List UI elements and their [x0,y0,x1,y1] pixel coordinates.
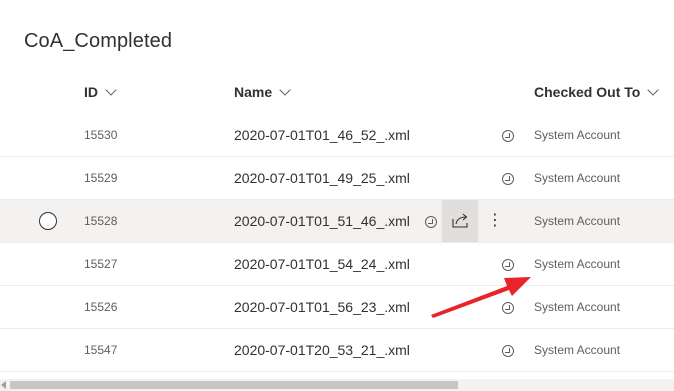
checked-out-icon [502,302,514,314]
row-name-link[interactable]: 2020-07-01T01_46_52_.xml [234,114,410,156]
share-icon [452,213,468,228]
row-name-link[interactable]: 2020-07-01T20_53_21_.xml [234,329,410,371]
row-id: 15527 [84,257,118,271]
more-options-icon: ⋮ [487,212,503,229]
table-row[interactable]: 15526 2020-07-01T01_56_23_.xml System Ac… [0,286,674,329]
row-select-radio[interactable] [39,212,57,230]
scroll-left-arrow-icon[interactable] [1,381,6,389]
column-header-id-label: ID [84,84,98,100]
row-checked-out-to: System Account [534,300,621,314]
chevron-down-icon [105,83,117,96]
row-name-link[interactable]: 2020-07-01T01_51_46_.xml [234,200,410,242]
checked-out-icon [502,130,514,142]
row-name-link[interactable]: 2020-07-01T01_49_25_.xml [234,157,410,199]
row-checked-out-to: System Account [534,257,621,271]
table-row[interactable]: 15528 2020-07-01T01_51_46_.xml ⋮ System … [0,200,674,243]
scrollbar-thumb[interactable] [10,381,458,389]
row-name-link[interactable]: 2020-07-01T01_54_24_.xml [234,243,410,285]
row-name-link[interactable]: 2020-07-01T01_56_23_.xml [234,286,410,328]
more-options-button[interactable]: ⋮ [482,200,508,242]
checked-out-icon [502,259,514,271]
column-header-id[interactable]: ID [84,83,117,100]
column-header-row: ID Name Checked Out To [0,72,674,115]
column-header-checked-out-to[interactable]: Checked Out To [534,83,659,100]
share-button[interactable] [442,200,478,242]
chevron-down-icon [279,83,291,96]
row-checked-out-to: System Account [534,343,621,357]
list-title: CoA_Completed [24,30,173,52]
list-view: CoA_Completed ID Name Checked Out To 155… [0,0,674,391]
checked-out-icon [502,345,514,357]
row-id: 15547 [84,343,118,357]
row-id: 15530 [84,128,118,142]
column-header-checked-out-to-label: Checked Out To [534,84,641,100]
column-header-name-label: Name [234,84,273,100]
row-id: 15528 [84,214,118,228]
row-id: 15529 [84,171,118,185]
checked-out-icon [425,216,437,228]
row-checked-out-to: System Account [534,214,621,228]
table-row[interactable]: 15547 2020-07-01T20_53_21_.xml System Ac… [0,329,674,372]
table-row[interactable]: 15527 2020-07-01T01_54_24_.xml System Ac… [0,243,674,286]
table-row[interactable]: 15530 2020-07-01T01_46_52_.xml System Ac… [0,114,674,157]
checked-out-icon [502,173,514,185]
row-checked-out-to: System Account [534,171,621,185]
column-header-name[interactable]: Name [234,83,291,100]
table-row[interactable]: 15529 2020-07-01T01_49_25_.xml System Ac… [0,157,674,200]
chevron-down-icon [647,83,659,96]
horizontal-scrollbar[interactable] [0,379,674,391]
row-id: 15526 [84,300,118,314]
row-checked-out-to: System Account [534,128,621,142]
